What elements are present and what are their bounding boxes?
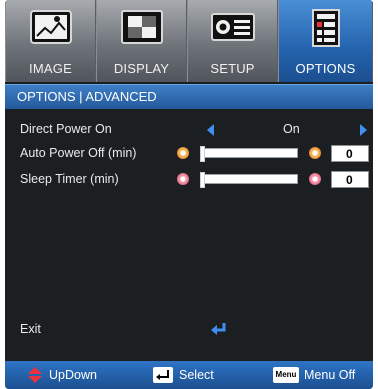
projector-icon	[210, 13, 255, 41]
setting-sleep-timer[interactable]: Sleep Timer (min) 0	[5, 170, 373, 190]
direct-power-on-label: Direct Power On	[20, 122, 112, 136]
tab-options[interactable]: OPTIONS	[278, 0, 373, 82]
increase-icon[interactable]	[309, 173, 321, 185]
arrow-right-icon[interactable]	[360, 124, 367, 136]
section-header: OPTIONS | ADVANCED	[5, 84, 373, 109]
setting-auto-power-off[interactable]: Auto Power Off (min) 0	[5, 144, 373, 164]
auto-power-off-value-box: 0	[331, 145, 369, 162]
sleep-timer-label: Sleep Timer (min)	[20, 172, 119, 186]
key-hint-bar: UpDown Select Menu Menu Off	[5, 361, 373, 389]
enter-icon[interactable]	[210, 321, 228, 337]
hint-menu-off-label: Menu Off	[304, 368, 356, 382]
osd-menu: IMAGE DISPLAY SETUP OPTIONS OPTIONS | AD…	[5, 0, 373, 389]
enter-key-icon	[153, 367, 173, 383]
auto-power-off-slider[interactable]	[200, 146, 298, 162]
setting-direct-power-on[interactable]: Direct Power On On	[5, 120, 373, 140]
updown-arrows-icon	[28, 367, 42, 383]
auto-power-off-value: 0	[346, 147, 353, 161]
display-icon	[120, 10, 163, 44]
direct-power-on-value: On	[283, 122, 300, 136]
menu-key-icon: Menu	[273, 367, 299, 383]
options-icon	[311, 9, 340, 47]
auto-power-off-label: Auto Power Off (min)	[20, 146, 137, 160]
tab-display[interactable]: DISPLAY	[96, 0, 187, 82]
tab-setup[interactable]: SETUP	[187, 0, 278, 82]
slider-handle[interactable]	[200, 146, 205, 162]
tab-image[interactable]: IMAGE	[5, 0, 96, 82]
image-icon	[29, 10, 72, 44]
sleep-timer-value: 0	[346, 173, 353, 187]
decrease-icon[interactable]	[177, 173, 189, 185]
slider-handle[interactable]	[200, 172, 205, 188]
sleep-timer-value-box: 0	[331, 171, 369, 188]
decrease-icon[interactable]	[177, 147, 189, 159]
sleep-timer-slider[interactable]	[200, 172, 298, 188]
tab-bar: IMAGE DISPLAY SETUP OPTIONS	[5, 0, 373, 82]
tab-setup-label: SETUP	[210, 61, 255, 76]
hint-updown-label: UpDown	[49, 368, 97, 382]
exit-row[interactable]: Exit	[5, 320, 373, 340]
tab-options-label: OPTIONS	[295, 61, 356, 76]
tab-display-label: DISPLAY	[113, 61, 170, 76]
hint-select-label: Select	[179, 368, 214, 382]
tab-image-label: IMAGE	[29, 61, 72, 76]
page-title: OPTIONS | ADVANCED	[17, 89, 157, 104]
increase-icon[interactable]	[309, 147, 321, 159]
exit-label: Exit	[20, 322, 41, 336]
arrow-left-icon[interactable]	[207, 124, 214, 136]
